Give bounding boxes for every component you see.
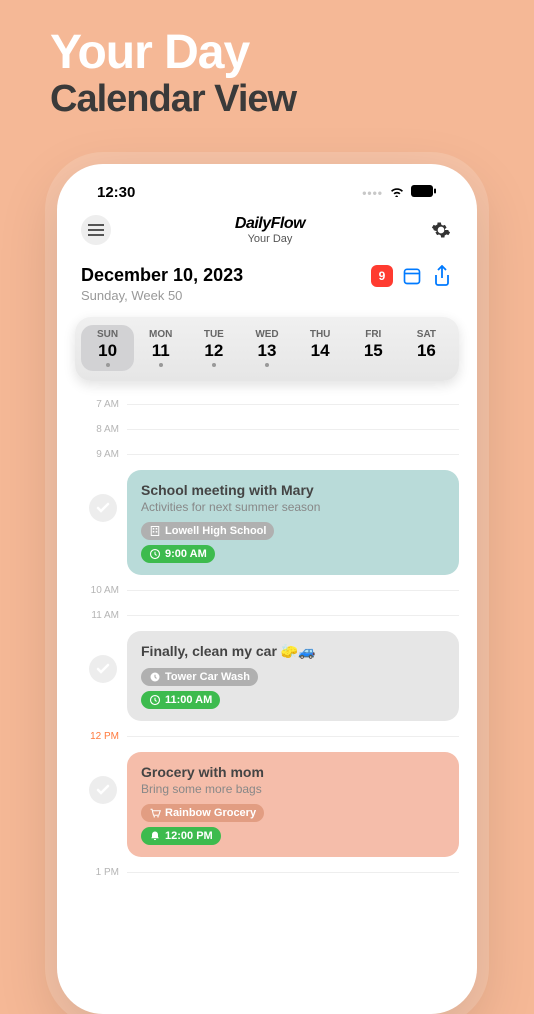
day-cell-wed[interactable]: WED 13 — [240, 325, 293, 371]
day-name: SAT — [400, 329, 453, 340]
location-pill: Lowell High School — [141, 522, 274, 540]
location-text: Tower Car Wash — [165, 671, 250, 683]
event-title: Finally, clean my car 🧽🚙 — [141, 643, 445, 660]
day-cell-sun[interactable]: SUN 10 — [81, 325, 134, 371]
day-cell-sat[interactable]: SAT 16 — [400, 325, 453, 371]
day-cell-mon[interactable]: MON 11 — [134, 325, 187, 371]
location-pill: Tower Car Wash — [141, 668, 258, 686]
check-icon — [95, 782, 111, 798]
day-dot — [265, 363, 269, 367]
clock-icon — [149, 694, 161, 706]
calendar-button[interactable] — [401, 265, 423, 287]
day-cell-thu[interactable]: THU 14 — [294, 325, 347, 371]
day-dot — [159, 363, 163, 367]
time-pill: 9:00 AM — [141, 545, 215, 563]
time-text: 12:00 PM — [165, 830, 213, 842]
time-label-10am: 10 AM — [75, 585, 119, 596]
day-name: THU — [294, 329, 347, 340]
day-number: 15 — [347, 341, 400, 361]
time-divider — [127, 736, 459, 737]
day-number: 13 — [240, 341, 293, 361]
location-text: Lowell High School — [165, 525, 266, 537]
event-check[interactable] — [89, 494, 117, 522]
date-subtitle: Sunday, Week 50 — [81, 288, 243, 303]
day-name: MON — [134, 329, 187, 340]
clock-icon — [149, 671, 161, 683]
event-card-school[interactable]: School meeting with Mary Activities for … — [127, 470, 459, 575]
time-label-12pm: 12 PM — [75, 731, 119, 742]
hamburger-icon — [88, 224, 104, 236]
day-number: 14 — [294, 341, 347, 361]
cart-icon — [149, 807, 161, 819]
day-number: 10 — [81, 341, 134, 361]
app-title: DailyFlow — [235, 215, 305, 233]
gear-icon — [431, 220, 451, 240]
event-title: School meeting with Mary — [141, 482, 445, 498]
cellular-icon: •••• — [362, 186, 383, 200]
event-check[interactable] — [89, 655, 117, 683]
time-divider — [127, 429, 459, 430]
event-desc: Activities for next summer season — [141, 500, 445, 514]
location-pill: Rainbow Grocery — [141, 804, 264, 822]
day-number: 16 — [400, 341, 453, 361]
time-label-1pm: 1 PM — [75, 867, 119, 878]
date-title: December 10, 2023 — [81, 265, 243, 286]
time-divider — [127, 872, 459, 873]
status-time: 12:30 — [97, 184, 135, 201]
time-divider — [127, 615, 459, 616]
phone-frame: 12:30 •••• DailyFlow Your Day December 1… — [57, 164, 477, 1014]
notification-badge[interactable]: 9 — [371, 265, 393, 287]
day-name: SUN — [81, 329, 134, 340]
time-pill: 11:00 AM — [141, 691, 220, 709]
day-cell-tue[interactable]: TUE 12 — [187, 325, 240, 371]
event-title: Grocery with mom — [141, 764, 445, 780]
check-icon — [95, 661, 111, 677]
settings-button[interactable] — [429, 218, 453, 242]
time-divider — [127, 404, 459, 405]
day-name: WED — [240, 329, 293, 340]
day-name: FRI — [347, 329, 400, 340]
hero-subtitle: Calendar View — [50, 78, 296, 121]
time-text: 9:00 AM — [165, 548, 207, 560]
time-label-8am: 8 AM — [75, 424, 119, 435]
week-strip[interactable]: SUN 10 MON 11 TUE 12 WED 13 THU 14 FRI 1… — [75, 317, 459, 381]
timeline[interactable]: 7 AM 8 AM 9 AM School meeting with Mary … — [75, 399, 459, 878]
share-button[interactable] — [431, 265, 453, 287]
building-icon — [149, 525, 161, 537]
day-number: 11 — [134, 341, 187, 361]
time-label-7am: 7 AM — [75, 399, 119, 410]
share-icon — [433, 265, 451, 287]
time-pill: 12:00 PM — [141, 827, 221, 845]
menu-button[interactable] — [81, 215, 111, 245]
time-divider — [127, 590, 459, 591]
time-text: 11:00 AM — [165, 694, 212, 706]
day-cell-fri[interactable]: FRI 15 — [347, 325, 400, 371]
app-subtitle: Your Day — [235, 233, 305, 245]
location-text: Rainbow Grocery — [165, 807, 256, 819]
clock-icon — [149, 548, 161, 560]
event-card-car[interactable]: Finally, clean my car 🧽🚙 Tower Car Wash … — [127, 631, 459, 721]
day-number: 12 — [187, 341, 240, 361]
day-dot — [212, 363, 216, 367]
hero-title: Your Day — [50, 28, 296, 78]
calendar-icon — [402, 266, 422, 286]
check-icon — [95, 500, 111, 516]
event-card-grocery[interactable]: Grocery with mom Bring some more bags Ra… — [127, 752, 459, 857]
wifi-icon — [389, 184, 405, 201]
battery-icon — [411, 184, 437, 201]
status-bar: 12:30 •••• — [75, 180, 459, 207]
event-desc: Bring some more bags — [141, 782, 445, 796]
time-label-11am: 11 AM — [75, 610, 119, 621]
day-name: TUE — [187, 329, 240, 340]
time-label-9am: 9 AM — [75, 449, 119, 460]
event-check[interactable] — [89, 776, 117, 804]
time-divider — [127, 454, 459, 455]
bell-icon — [149, 830, 161, 842]
day-dot — [106, 363, 110, 367]
